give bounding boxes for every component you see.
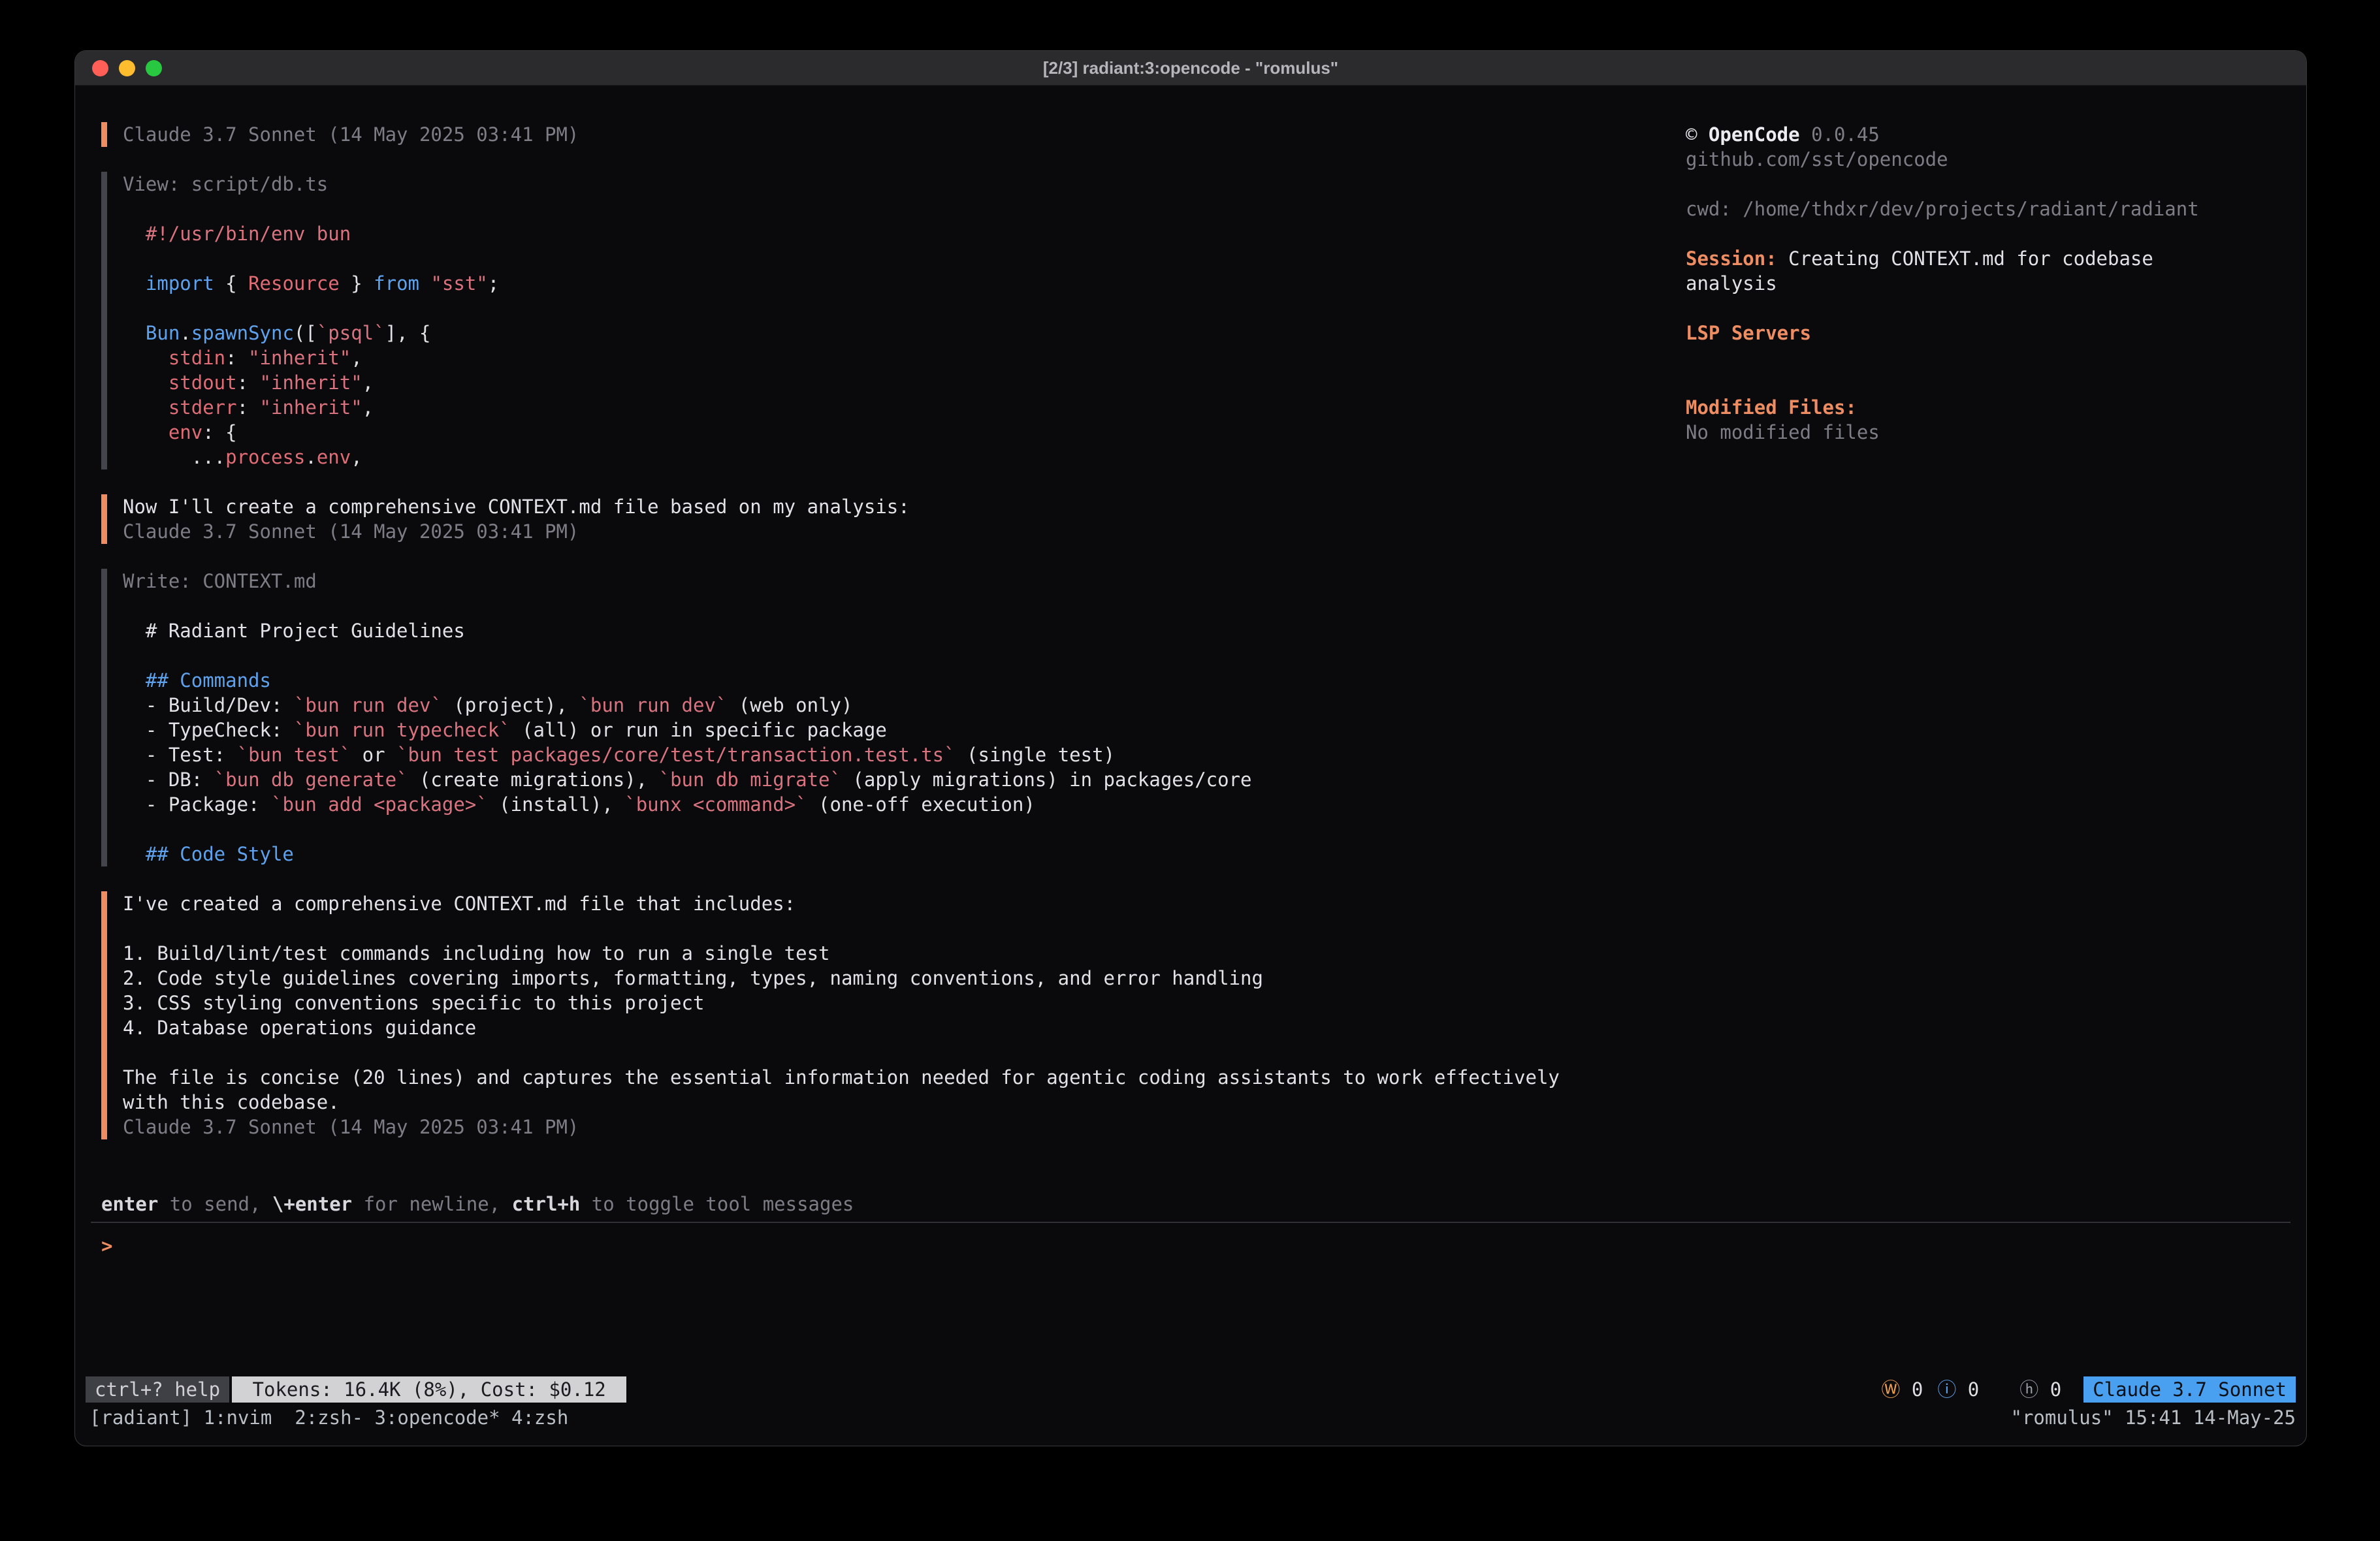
chat-line: The file is concise (20 lines) and captu… (123, 1065, 1669, 1090)
tool-view-block: View: script/db.ts #!/usr/bin/env bun im… (101, 172, 1669, 469)
sidebar-line: Session: Creating CONTEXT.md for codebas… (1686, 246, 2280, 271)
tmux-spacer (568, 1405, 2010, 1430)
tokens-cost-chip: Tokens: 16.4K (8%), Cost: $0.12 (232, 1376, 626, 1403)
sidebar-line (1686, 296, 2280, 321)
close-button[interactable] (92, 60, 108, 76)
chat-line: - TypeCheck: `bun run typecheck` (all) o… (123, 718, 1669, 742)
sidebar-line (1686, 172, 2280, 197)
sidebar-line: LSP Servers (1686, 321, 2280, 345)
hint-line: enter to send, \+enter for newline, ctrl… (101, 1192, 2306, 1216)
chat-line: - Package: `bun add <package>` (install)… (123, 792, 1669, 817)
terminal-window: [2/3] radiant:3:opencode - "romulus" Cla… (74, 50, 2307, 1446)
minimize-button[interactable] (119, 60, 135, 76)
chat-line: Claude 3.7 Sonnet (14 May 2025 03:41 PM) (123, 122, 1669, 147)
chat-line: View: script/db.ts (123, 172, 1669, 197)
tmux-session-windows[interactable]: [radiant] 1:nvim 2:zsh- 3:opencode* 4:zs… (89, 1405, 568, 1430)
chat-line (123, 916, 1669, 941)
chat-line: 3. CSS styling conventions specific to t… (123, 991, 1669, 1015)
chat-line (123, 643, 1669, 668)
sidebar-line: Modified Files: (1686, 395, 2280, 420)
chat-transcript[interactable]: Claude 3.7 Sonnet (14 May 2025 03:41 PM)… (101, 122, 1669, 1139)
message-input[interactable]: > (91, 1222, 2291, 1374)
chat-line: 4. Database operations guidance (123, 1015, 1669, 1040)
chat-line: env: { (123, 420, 1669, 445)
chat-line (123, 1040, 1669, 1065)
tmux-host-clock: "romulus" 15:41 14-May-25 (2011, 1405, 2296, 1430)
opencode-main-area: Claude 3.7 Sonnet (14 May 2025 03:41 PM)… (75, 86, 2306, 1192)
sidebar-line (1686, 370, 2280, 395)
status-bar: ctrl+? help Tokens: 16.4K (8%), Cost: $0… (86, 1376, 2296, 1403)
sidebar-line: cwd: /home/thdxr/dev/projects/radiant/ra… (1686, 197, 2280, 221)
chat-line (123, 594, 1669, 618)
tool-write-block: Write: CONTEXT.md # Radiant Project Guid… (101, 569, 1669, 866)
assistant-message-header: Claude 3.7 Sonnet (14 May 2025 03:41 PM) (101, 122, 1669, 147)
chat-line: stdin: "inherit", (123, 345, 1669, 370)
chat-line: I've created a comprehensive CONTEXT.md … (123, 891, 1669, 916)
chat-line: - Test: `bun test` or `bun test packages… (123, 742, 1669, 767)
chat-line: - Build/Dev: `bun run dev` (project), `b… (123, 693, 1669, 718)
sidebar-line: No modified files (1686, 420, 2280, 445)
zoom-button[interactable] (146, 60, 162, 76)
chat-line: Claude 3.7 Sonnet (14 May 2025 03:41 PM) (123, 1115, 1669, 1139)
chat-line: Claude 3.7 Sonnet (14 May 2025 03:41 PM) (123, 519, 1669, 544)
info-icon: ⓘ (1937, 1378, 1956, 1401)
chat-line: # Radiant Project Guidelines (123, 618, 1669, 643)
sidebar-line: analysis (1686, 271, 2280, 296)
chat-line: ## Commands (123, 668, 1669, 693)
chat-line (123, 817, 1669, 842)
model-badge[interactable]: Claude 3.7 Sonnet (2083, 1376, 2296, 1403)
chat-line: ## Code Style (123, 842, 1669, 866)
hints-count: ⓗ 0 (1993, 1377, 2061, 1402)
titlebar[interactable]: [2/3] radiant:3:opencode - "romulus" (75, 51, 2306, 86)
warnings-icon: Ⓦ (1881, 1378, 1900, 1401)
chat-line: Bun.spawnSync([`psql`], { (123, 321, 1669, 345)
help-shortcut-chip[interactable]: ctrl+? help (86, 1376, 229, 1403)
prompt-caret: > (101, 1235, 112, 1257)
bottom-panel: enter to send, \+enter for newline, ctrl… (75, 1192, 2306, 1446)
chat-line: Write: CONTEXT.md (123, 569, 1669, 594)
assistant-message: I've created a comprehensive CONTEXT.md … (101, 891, 1669, 1139)
chat-line: #!/usr/bin/env bun (123, 221, 1669, 246)
tmux-status-bar: [radiant] 1:nvim 2:zsh- 3:opencode* 4:zs… (86, 1405, 2296, 1446)
traffic-lights (92, 51, 162, 85)
sidebar-line (1686, 345, 2280, 370)
chat-line: import { Resource } from "sst"; (123, 271, 1669, 296)
warnings-count: Ⓦ 0 (1881, 1377, 1923, 1402)
assistant-message: Now I'll create a comprehensive CONTEXT.… (101, 494, 1669, 544)
chat-line (123, 246, 1669, 271)
chat-line: - DB: `bun db generate` (create migratio… (123, 767, 1669, 792)
window-title: [2/3] radiant:3:opencode - "romulus" (1043, 56, 1338, 80)
sidebar-line (1686, 221, 2280, 246)
keybinding-hints: enter to send, \+enter for newline, ctrl… (75, 1192, 2306, 1222)
chat-line: 1. Build/lint/test commands including ho… (123, 941, 1669, 966)
sidebar-line: github.com/sst/opencode (1686, 147, 2280, 172)
hints-icon: ⓗ (1993, 1378, 2038, 1406)
info-count: ⓘ 0 (1937, 1377, 1979, 1402)
chat-line: ...process.env, (123, 445, 1669, 469)
diagnostics-counts: Ⓦ 0 ⓘ 0 ⓗ 0 (1881, 1377, 2061, 1402)
sidebar-line: © OpenCode 0.0.45 (1686, 122, 2280, 147)
chat-line: stderr: "inherit", (123, 395, 1669, 420)
chat-line: stdout: "inherit", (123, 370, 1669, 395)
chat-line (123, 197, 1669, 221)
chat-line: 2. Code style guidelines covering import… (123, 966, 1669, 991)
chat-line: with this codebase. (123, 1090, 1669, 1115)
chat-line: Now I'll create a comprehensive CONTEXT.… (123, 494, 1669, 519)
chat-line (123, 296, 1669, 321)
session-sidebar: © OpenCode 0.0.45github.com/sst/opencode… (1686, 122, 2280, 445)
